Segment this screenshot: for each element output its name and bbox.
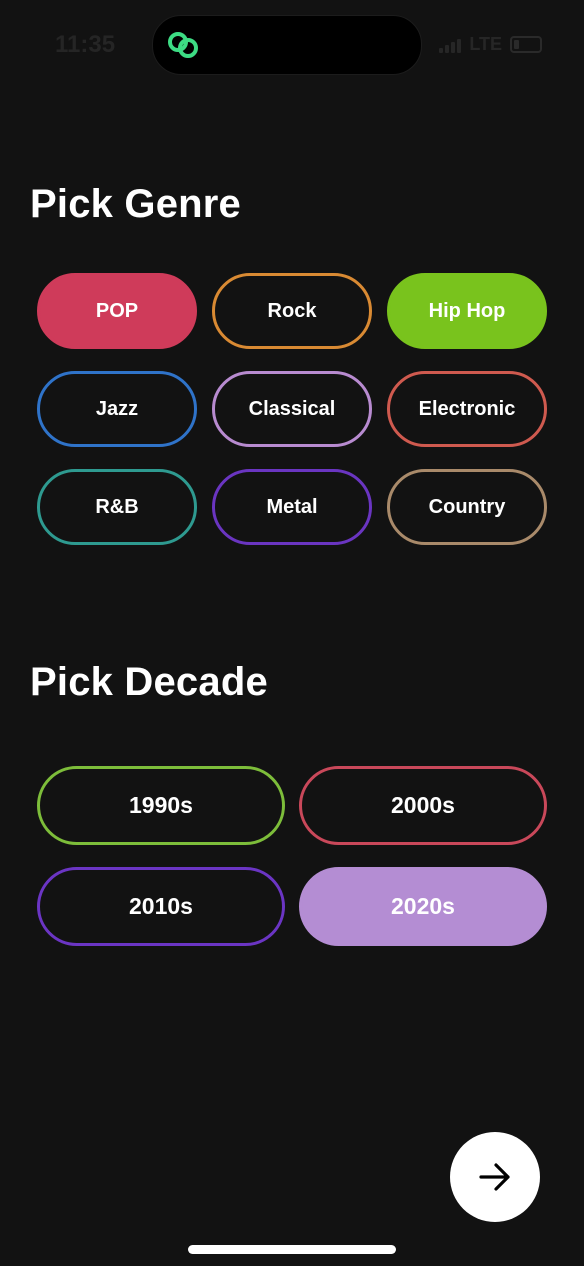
genre-option-hip-hop[interactable]: Hip Hop (387, 273, 547, 349)
next-button[interactable] (450, 1132, 540, 1222)
genre-title: Pick Genre (30, 182, 242, 226)
signal-icon (439, 37, 462, 53)
genre-option-country[interactable]: Country (387, 469, 547, 545)
genre-option-jazz[interactable]: Jazz (37, 371, 197, 447)
genre-option-electronic[interactable]: Electronic (387, 371, 547, 447)
genre-option-rnb[interactable]: R&B (37, 469, 197, 545)
genre-option-metal[interactable]: Metal (212, 469, 372, 545)
arrow-right-icon (479, 1163, 510, 1191)
decade-option-1990s[interactable]: 1990s (37, 766, 285, 845)
status-time: 11:35 (55, 31, 116, 58)
decade-option-2020s[interactable]: 2020s (299, 867, 547, 946)
genre-option-classical[interactable]: Classical (212, 371, 372, 447)
decade-title: Pick Decade (30, 660, 268, 704)
genre-option-pop[interactable]: POP (37, 273, 197, 349)
decade-option-2000s[interactable]: 2000s (299, 766, 547, 845)
battery-icon (510, 36, 542, 53)
genre-option-rock[interactable]: Rock (212, 273, 372, 349)
decade-option-2010s[interactable]: 2010s (37, 867, 285, 946)
linked-rings-icon (168, 32, 198, 58)
status-bar: 11:35 LTE (0, 0, 584, 90)
home-indicator (188, 1245, 396, 1254)
network-label: LTE (469, 34, 502, 54)
dynamic-island (152, 15, 422, 75)
status-indicators: LTE (439, 34, 542, 55)
